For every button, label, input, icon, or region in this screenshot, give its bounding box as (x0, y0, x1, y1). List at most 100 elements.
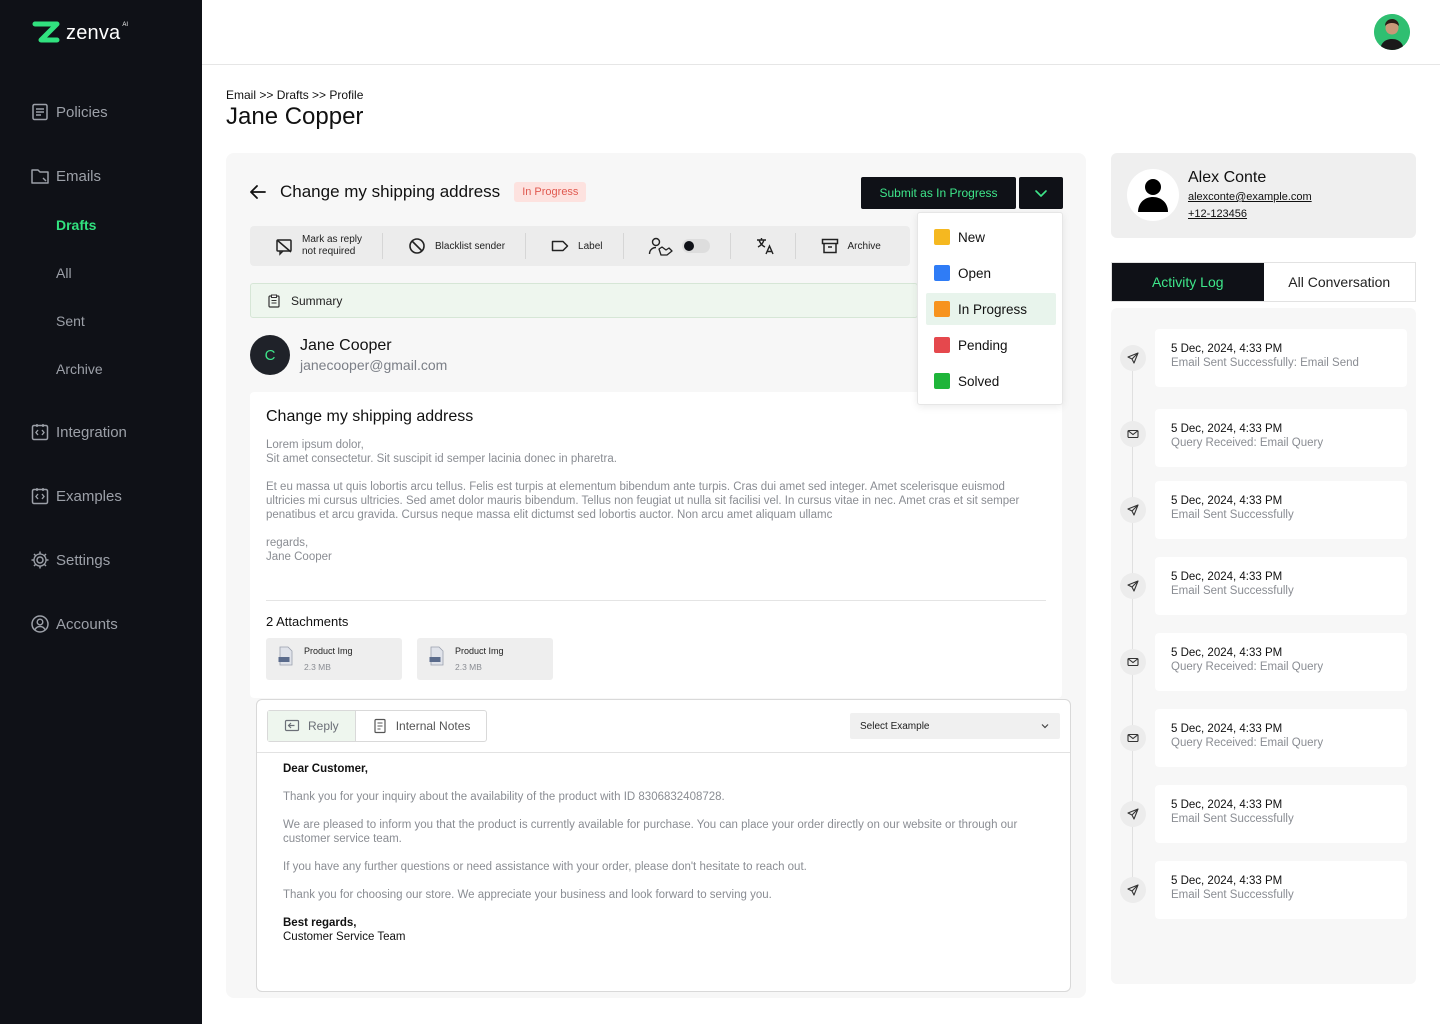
activity-log-item: 5 Dec, 2024, 4:33 PM Email Sent Successf… (1155, 785, 1407, 843)
activity-description: Email Sent Successfully (1171, 585, 1294, 597)
activity-log-item: 5 Dec, 2024, 4:33 PM Email Sent Successf… (1155, 481, 1407, 539)
status-swatch (934, 265, 950, 281)
send-icon (1120, 573, 1146, 599)
tab-internal-notes[interactable]: Internal Notes (356, 711, 487, 741)
reply-signature: Customer Service Team (283, 931, 406, 943)
blacklist-label: Blacklist sender (435, 240, 506, 252)
assign-agent-toggle[interactable] (624, 233, 731, 259)
attachment-item[interactable]: Product Img 2.3 MB (266, 638, 402, 680)
email-divider (266, 600, 1046, 601)
sender-avatar: C (250, 335, 290, 375)
nav-integration-label: Integration (56, 423, 127, 441)
agent-icon (648, 237, 673, 256)
nav-emails[interactable]: Emails (30, 166, 101, 186)
nav-archive[interactable]: Archive (56, 361, 103, 377)
nav-policies-label: Policies (56, 103, 108, 121)
composer-tabs: Reply Internal Notes (267, 710, 488, 742)
activity-log-item: 5 Dec, 2024, 4:33 PM Query Received: Ema… (1155, 409, 1407, 467)
contact-phone-link[interactable]: +12-123456 (1188, 208, 1247, 220)
status-option-label: In Progress (958, 301, 1028, 317)
status-option-in-progress[interactable]: In Progress (926, 293, 1056, 325)
activity-description: Query Received: Email Query (1171, 737, 1324, 749)
status-option-open[interactable]: Open (926, 257, 1056, 289)
zenva-logo[interactable]: zenva AI (32, 20, 132, 46)
clipboard-icon (268, 294, 280, 308)
tag-icon (551, 240, 569, 252)
status-option-label: Open (958, 265, 992, 281)
nav-all[interactable]: All (56, 265, 72, 281)
status-dropdown-toggle[interactable] (1019, 177, 1063, 209)
activity-log-item: 5 Dec, 2024, 4:33 PM Query Received: Ema… (1155, 633, 1407, 691)
breadcrumb[interactable]: Email >> Drafts >> Profile (226, 88, 363, 102)
nav-settings[interactable]: Settings (30, 550, 110, 570)
ticket-subject: Change my shipping address (280, 182, 501, 201)
nav-accounts[interactable]: Accounts (30, 614, 118, 634)
page-title: Jane Copper (226, 103, 364, 130)
nav-policies[interactable]: Policies (30, 102, 108, 122)
mark-reply-not-required-button[interactable]: Mark as reply not required (250, 233, 384, 259)
mark-reply-line2: not required (302, 246, 356, 257)
contact-card: Alex Conte alexconte@example.com +12-123… (1111, 153, 1416, 238)
top-bar (202, 0, 1440, 65)
activity-time: 5 Dec, 2024, 4:33 PM (1171, 495, 1283, 507)
status-option-solved[interactable]: Solved (926, 365, 1056, 397)
nav-sent[interactable]: Sent (56, 313, 85, 329)
nav-drafts[interactable]: Drafts (56, 217, 96, 233)
activity-description: Email Sent Successfully (1171, 509, 1294, 521)
tab-activity-log[interactable]: Activity Log (1112, 263, 1264, 301)
gear-icon (31, 551, 49, 569)
back-arrow-icon[interactable] (248, 182, 268, 202)
logo-text: zenva (66, 21, 121, 44)
nav-examples-label: Examples (56, 487, 122, 505)
status-swatch (934, 373, 950, 389)
attachment-item[interactable]: Product Img 2.3 MB (417, 638, 553, 680)
translate-button[interactable] (731, 233, 796, 259)
reply-text-editor[interactable]: Dear Customer, Thank you for your inquir… (283, 762, 1053, 958)
archive-label: Archive (847, 240, 881, 252)
nav-integration[interactable]: Integration (30, 422, 127, 442)
status-badge: In Progress (514, 182, 587, 202)
status-option-label: New (958, 229, 986, 245)
activity-time: 5 Dec, 2024, 4:33 PM (1171, 799, 1283, 811)
sidebar: zenva AI Policies Emails Drafts All Sent… (0, 0, 202, 1024)
select-example-label: Select Example (860, 720, 930, 732)
send-icon (1120, 497, 1146, 523)
submit-button[interactable]: Submit as In Progress (861, 177, 1016, 209)
block-icon (409, 238, 425, 254)
archive-box-icon (821, 238, 838, 254)
user-avatar[interactable] (1374, 14, 1410, 50)
status-swatch (934, 337, 950, 353)
summary-bar[interactable]: Summary (250, 283, 918, 318)
mark-reply-label: Mark as reply not required (302, 234, 362, 258)
email-signoff: regards, (266, 537, 309, 549)
status-option-pending[interactable]: Pending (926, 329, 1056, 361)
reply-closing: Best regards, (283, 917, 357, 929)
attachment-name: Product Img (455, 646, 504, 656)
archive-button[interactable]: Archive (796, 233, 901, 259)
activity-description: Email Sent Successfully (1171, 813, 1294, 825)
label-button[interactable]: Label (526, 233, 624, 259)
tab-reply[interactable]: Reply (268, 711, 356, 741)
attachments-title: 2 Attachments (266, 614, 349, 629)
select-example-dropdown[interactable]: Select Example (850, 713, 1060, 739)
activity-time: 5 Dec, 2024, 4:33 PM (1171, 723, 1283, 735)
sender-info: C Jane Cooper janecooper@gmail.com (250, 335, 447, 375)
nav-examples[interactable]: Examples (30, 486, 122, 506)
translate-icon (756, 238, 774, 255)
sender-email[interactable]: janecooper@gmail.com (300, 357, 447, 373)
notes-icon (374, 718, 386, 734)
email-message-card: Change my shipping address Lorem ipsum d… (250, 392, 1062, 698)
user-circle-icon (31, 615, 49, 633)
reply-greeting: Dear Customer, (283, 763, 369, 775)
contact-email-link[interactable]: alexconte@example.com (1188, 191, 1312, 203)
status-swatch (934, 229, 950, 245)
sender-name: Jane Cooper (300, 337, 392, 354)
blacklist-sender-button[interactable]: Blacklist sender (383, 233, 527, 259)
activity-description: Query Received: Email Query (1171, 437, 1324, 449)
status-option-new[interactable]: New (926, 221, 1056, 253)
tab-all-conversation[interactable]: All Conversation (1263, 263, 1415, 301)
send-icon (1120, 877, 1146, 903)
zenva-logo-icon (32, 21, 60, 43)
folder-icon (31, 169, 49, 184)
assign-toggle-switch[interactable] (681, 239, 710, 253)
